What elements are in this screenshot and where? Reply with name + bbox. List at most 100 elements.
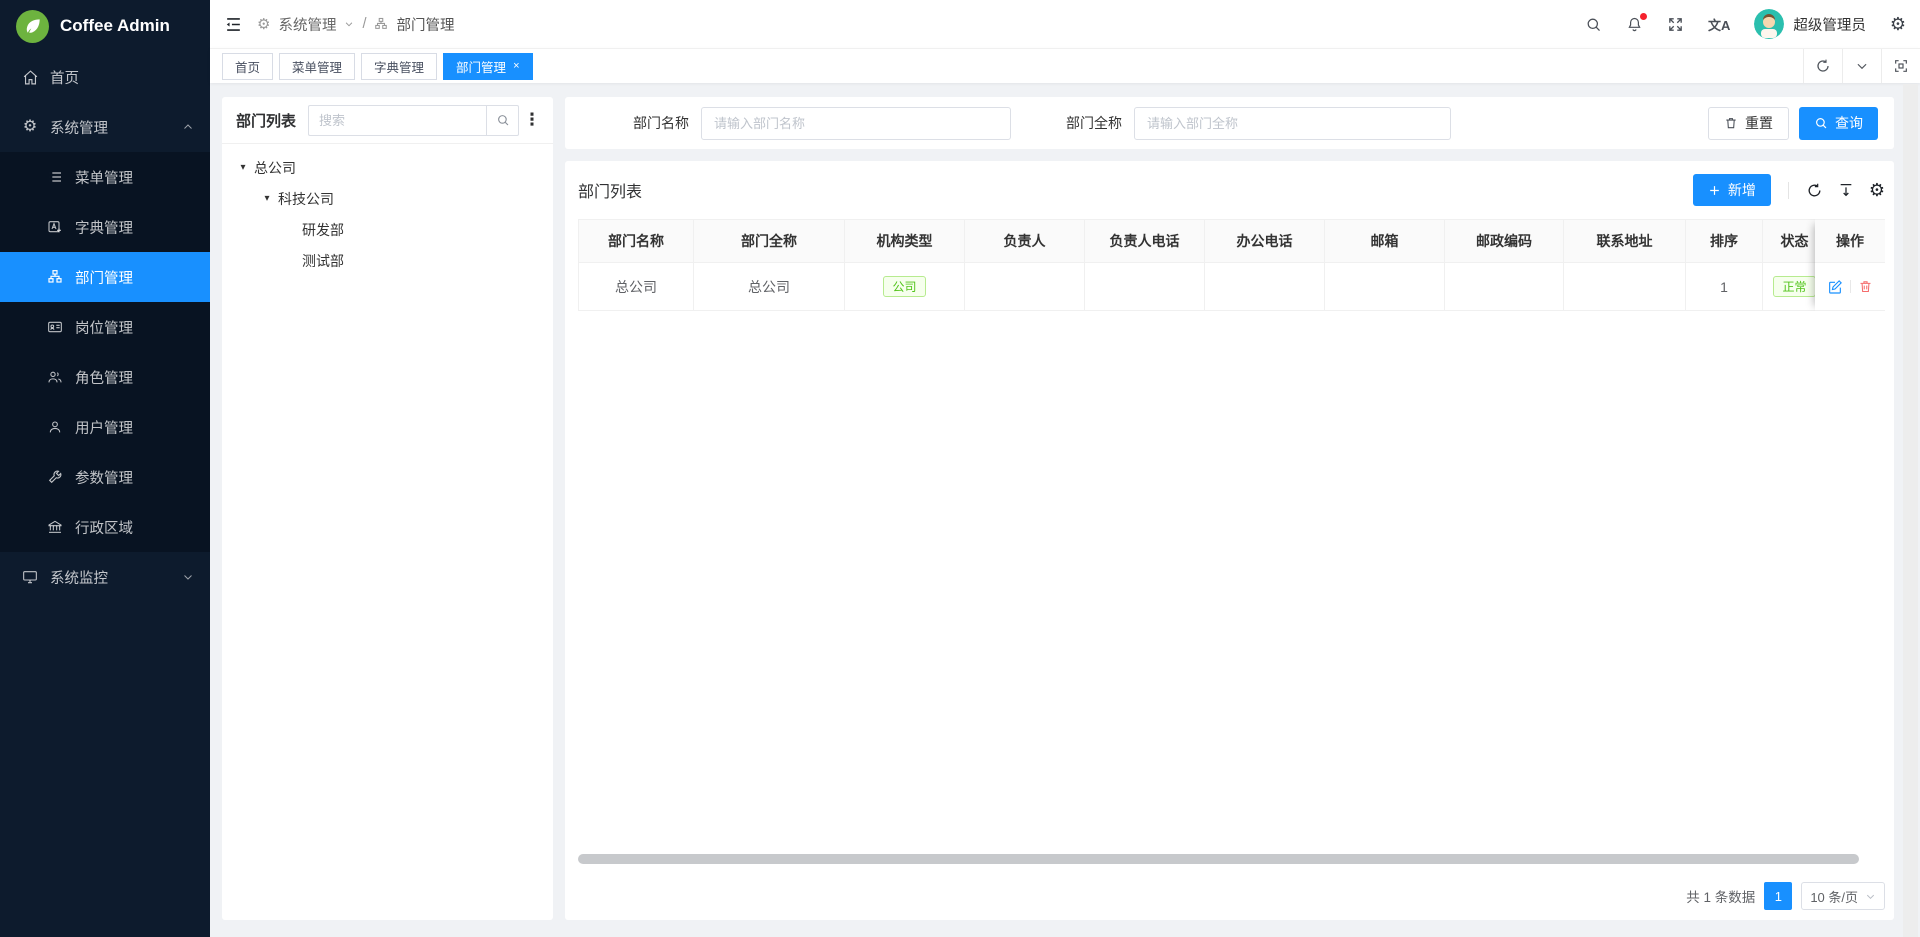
delete-icon[interactable] [1858,279,1873,294]
table-card-header: 部门列表 新增 [578,161,1885,219]
collapse-sidebar-icon[interactable] [224,15,243,34]
tabs-actions [1803,49,1920,83]
leaf-logo-icon [16,10,49,43]
settings-gear-icon[interactable]: ⚙ [1890,15,1906,33]
sidebar-item-post-mgmt[interactable]: 岗位管理 [0,302,210,352]
tree-search-button[interactable] [486,105,519,136]
sidebar-item-dict-mgmt[interactable]: 字典管理 [0,202,210,252]
sidebar-group-system[interactable]: ⚙ 系统管理 [0,102,210,152]
sidebar-item-user-mgmt[interactable]: 用户管理 [0,402,210,452]
user-chip[interactable]: 超级管理员 [1754,9,1866,39]
cell-zip [1445,263,1564,311]
sidebar-item-region[interactable]: 行政区域 [0,502,210,552]
plus-icon [1708,184,1721,197]
tab-dept-mgmt[interactable]: 部门管理 × [443,53,532,80]
edit-icon[interactable] [1827,279,1843,295]
vertical-scrollbar[interactable] [1903,84,1918,937]
tab-home[interactable]: 首页 [222,53,273,80]
tree-search-input[interactable] [308,105,486,136]
column-height-icon[interactable] [1838,182,1854,198]
caret-down-icon[interactable]: ▾ [232,162,254,173]
main-area: ⚙ 系统管理 / 部门管理 文A [210,0,1920,937]
pagination-total: 共 1 条数据 [1686,886,1755,906]
sidebar-item-label: 菜单管理 [75,167,194,188]
sidebar-item-param-mgmt[interactable]: 参数管理 [0,452,210,502]
org-chart-icon [45,269,65,285]
tabs-bar: 首页 菜单管理 字典管理 部门管理 × [210,48,1920,83]
dept-tree: ▾ 总公司 ▾ 科技公司 研发部 测试部 [222,144,553,284]
table-title: 部门列表 [578,178,642,202]
avatar [1754,9,1784,39]
col-header: 排序 [1686,219,1763,263]
sidebar-item-role-mgmt[interactable]: 角色管理 [0,352,210,402]
tab-label: 首页 [235,57,260,76]
cell-email [1325,263,1445,311]
col-header: 邮政编码 [1445,219,1564,263]
chevron-down-icon[interactable] [1842,49,1881,83]
app-title: Coffee Admin [60,16,170,36]
sidebar-group-label: 系统管理 [50,117,182,138]
reset-label: 重置 [1745,113,1773,133]
reset-button[interactable]: 重置 [1708,107,1789,140]
gear-icon: ⚙ [20,119,40,135]
chevron-up-icon [182,121,194,133]
refresh-icon[interactable] [1806,182,1823,199]
sidebar-item-label: 字典管理 [75,217,194,238]
page-1-button[interactable]: 1 [1764,882,1792,910]
caret-down-icon[interactable]: ▾ [256,193,278,204]
tree-node-label: 总公司 [254,158,296,178]
cell-leader [965,263,1085,311]
tree-node-root[interactable]: ▾ 总公司 [222,152,553,183]
filter-dept-fullname: 部门全称 [1066,107,1451,140]
org-chart-icon [374,17,388,31]
tab-menu-mgmt[interactable]: 菜单管理 [279,53,355,80]
tree-panel-title: 部门列表 [236,110,296,131]
breadcrumb: ⚙ 系统管理 / 部门管理 [257,14,454,35]
row-operations [1815,263,1885,311]
breadcrumb-parent[interactable]: 系统管理 [278,14,336,35]
sidebar-item-label: 行政区域 [75,517,194,538]
dept-table: 部门名称 部门全称 机构类型 负责人 负责人电话 办公电话 邮箱 邮政编码 联系… [578,219,1885,311]
search-icon[interactable] [1585,16,1602,33]
table-row[interactable]: 总公司 总公司 公司 1 [578,263,1885,311]
tab-label: 字典管理 [374,57,424,76]
tree-search [308,105,519,136]
dept-fullname-input[interactable] [1134,107,1451,140]
col-header: 部门名称 [578,219,694,263]
list-icon [45,169,65,185]
horizontal-scrollbar [578,854,1885,864]
tree-node-leaf[interactable]: 研发部 [222,214,553,245]
fixed-operation-column: 操作 [1815,219,1885,311]
sidebar-item-menu-mgmt[interactable]: 菜单管理 [0,152,210,202]
search-icon [1814,116,1828,130]
page-size-select[interactable]: 10 条/页 [1801,882,1885,910]
fullscreen-icon[interactable] [1667,16,1684,33]
tab-dict-mgmt[interactable]: 字典管理 [361,53,437,80]
breadcrumb-current: 部门管理 [396,14,454,35]
gear-icon: ⚙ [257,17,270,32]
col-header: 部门全称 [694,219,845,263]
col-header: 负责人电话 [1085,219,1205,263]
translate-icon[interactable]: 文A [1708,15,1730,34]
roles-icon [45,369,65,385]
horizontal-scrollbar-thumb[interactable] [578,854,1859,864]
tree-node-child[interactable]: ▾ 科技公司 [222,183,553,214]
sidebar-item-dept-mgmt[interactable]: 部门管理 [0,252,210,302]
op-divider [1850,280,1851,293]
refresh-icon[interactable] [1803,49,1842,83]
query-button[interactable]: 查询 [1799,107,1878,140]
app-logo[interactable]: Coffee Admin [0,0,210,52]
cell-dept-name: 总公司 [578,263,694,311]
tab-close-icon[interactable]: × [513,61,519,72]
sidebar-item-home[interactable]: 首页 [0,52,210,102]
sidebar-group-monitor[interactable]: 系统监控 [0,552,210,602]
dept-name-input[interactable] [701,107,1011,140]
table-settings-gear-icon[interactable]: ⚙ [1869,181,1885,199]
tree-more-menu-icon[interactable]: ⋮ [519,110,545,130]
tree-node-leaf[interactable]: 测试部 [222,245,553,276]
add-button[interactable]: 新增 [1693,174,1771,206]
maximize-icon[interactable] [1881,49,1920,83]
notifications-bell-icon[interactable] [1626,16,1643,33]
tree-panel-header: 部门列表 ⋮ [222,97,553,144]
table-scroll-area: 部门名称 部门全称 机构类型 负责人 负责人电话 办公电话 邮箱 邮政编码 联系… [578,219,1885,311]
